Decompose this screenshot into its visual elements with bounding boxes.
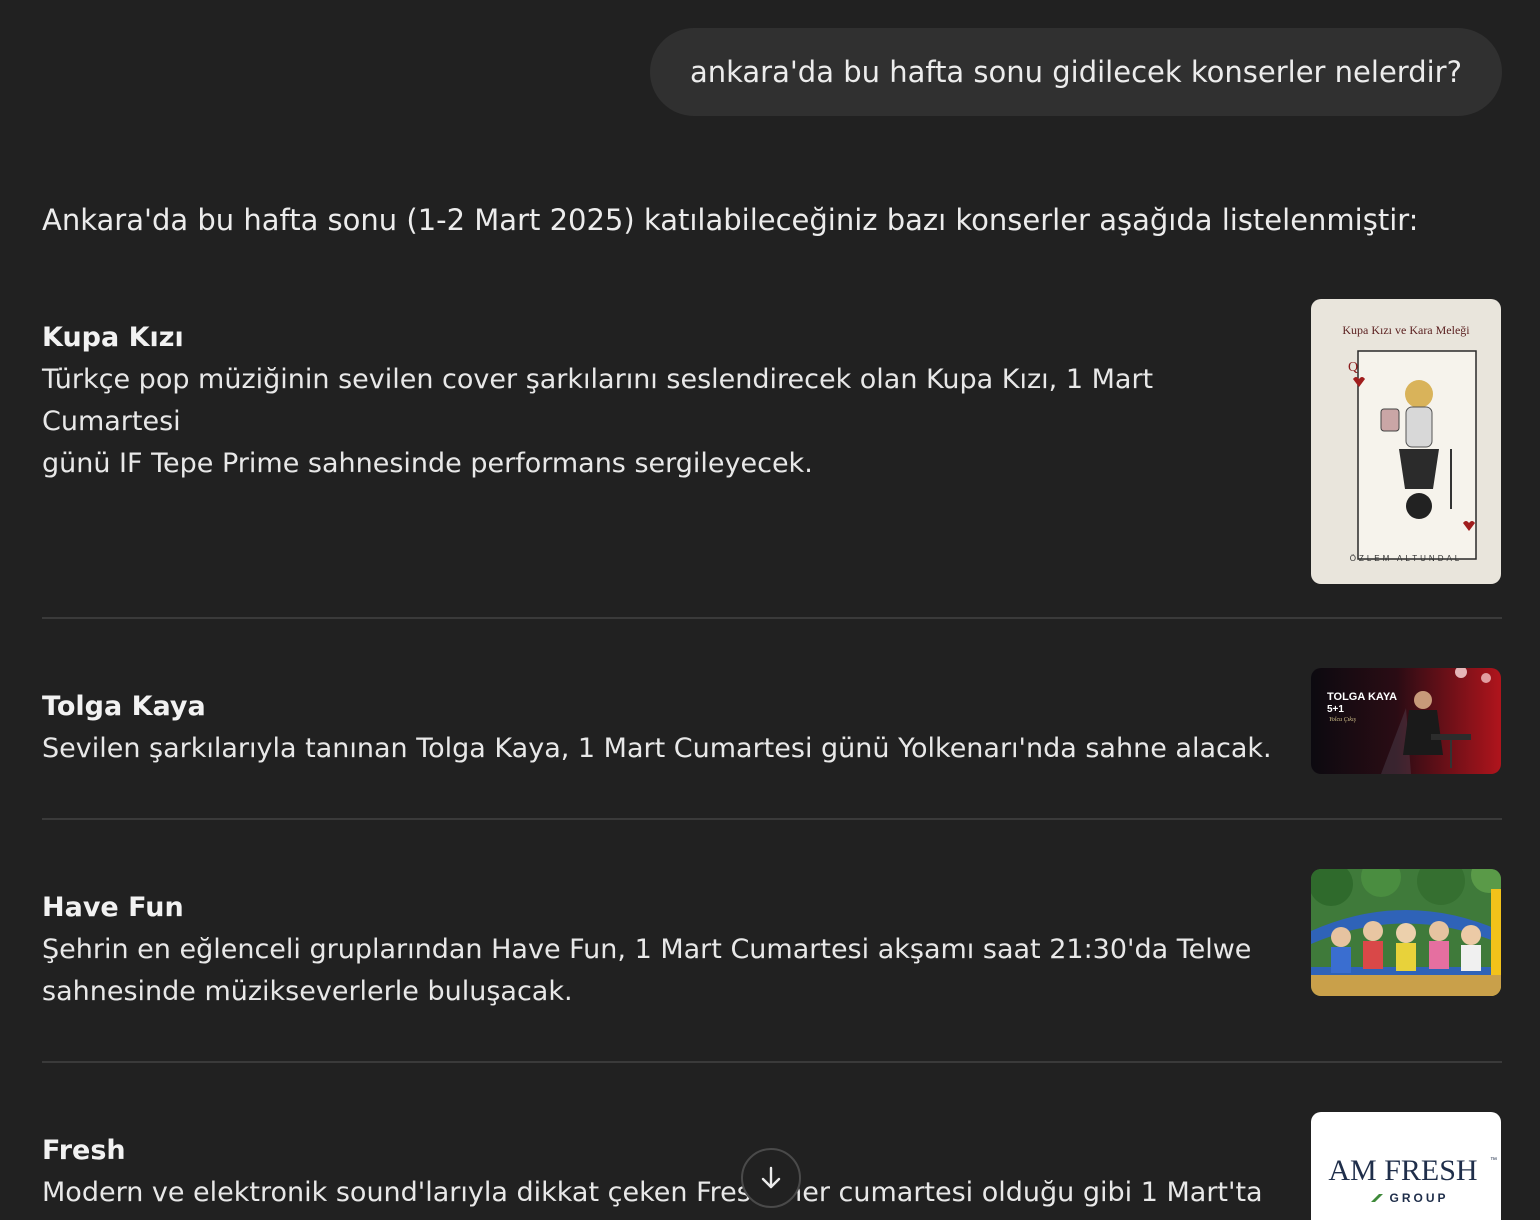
- concert-item-have-fun: Have Fun Şehrin en eğlenceli gruplarında…: [42, 887, 1502, 1013]
- concert-title: Fresh: [42, 1135, 126, 1166]
- tolga-kaya-thumbnail[interactable]: TOLGA KAYA 5+1 Yolcu Çıkış: [1311, 668, 1501, 774]
- kupa-kizi-poster-image: Kupa Kızı ve Kara Meleği Q ÖZLEM ALTUNDA…: [1311, 299, 1501, 584]
- logo-text: AM FRESH: [1328, 1154, 1477, 1187]
- concert-desc-line: Türkçe pop müziğinin sevilen cover şarkı…: [42, 364, 1154, 437]
- logo-group: GROUP: [1389, 1191, 1448, 1205]
- am-fresh-logo: AM FRESH ™ GROUP: [1311, 1112, 1501, 1220]
- divider: [42, 1061, 1502, 1063]
- card-rank: Q: [1348, 360, 1358, 375]
- kupa-kizi-thumbnail[interactable]: Kupa Kızı ve Kara Meleği Q ÖZLEM ALTUNDA…: [1311, 299, 1501, 584]
- poster-title: Kupa Kızı ve Kara Meleği: [1342, 323, 1470, 337]
- have-fun-thumbnail[interactable]: [1311, 869, 1501, 996]
- concert-desc-line: sahnesinde müzikseverlerle buluşacak.: [42, 976, 573, 1007]
- tolga-kaya-concert-image: TOLGA KAYA 5+1 Yolcu Çıkış: [1311, 668, 1501, 774]
- have-fun-kids-image: [1311, 869, 1501, 996]
- concert-desc-line: Şehrin en eğlenceli gruplarından Have Fu…: [42, 934, 1252, 965]
- scroll-down-button[interactable]: [741, 1148, 801, 1208]
- concert-item-tolga-kaya: Tolga Kaya Sevilen şarkılarıyla tanınan …: [42, 686, 1502, 770]
- concert-desc-line: günü IF Tepe Prime sahnesinde performans…: [42, 448, 813, 479]
- concert-title: Tolga Kaya: [42, 691, 206, 722]
- poster-sub: 5+1: [1327, 704, 1344, 715]
- poster-script: Yolcu Çıkış: [1329, 717, 1357, 723]
- concert-desc-line: Modern ve elektronik sound'larıyla dikka…: [42, 1177, 1263, 1220]
- logo-tm: ™: [1490, 1157, 1497, 1164]
- divider: [42, 818, 1502, 820]
- arrow-down-icon: [761, 1166, 781, 1189]
- assistant-intro: Ankara'da bu hafta sonu (1-2 Mart 2025) …: [42, 203, 1419, 237]
- concert-title: Have Fun: [42, 892, 184, 923]
- poster-artist: ÖZLEM ALTUNDAL: [1350, 554, 1463, 563]
- concert-title: Kupa Kızı: [42, 322, 184, 353]
- poster-name: TOLGA KAYA: [1327, 691, 1397, 703]
- fresh-thumbnail[interactable]: AM FRESH ™ GROUP: [1311, 1112, 1501, 1220]
- concert-item-kupa-kizi: Kupa Kızı Türkçe pop müziğinin sevilen c…: [42, 317, 1502, 485]
- concert-desc-line: Sevilen şarkılarıyla tanınan Tolga Kaya,…: [42, 733, 1272, 764]
- divider: [42, 617, 1502, 619]
- chat-page: ankara'da bu hafta sonu gidilecek konser…: [0, 0, 1540, 1220]
- user-message-bubble: ankara'da bu hafta sonu gidilecek konser…: [649, 28, 1502, 116]
- user-message-text: ankara'da bu hafta sonu gidilecek konser…: [689, 55, 1462, 89]
